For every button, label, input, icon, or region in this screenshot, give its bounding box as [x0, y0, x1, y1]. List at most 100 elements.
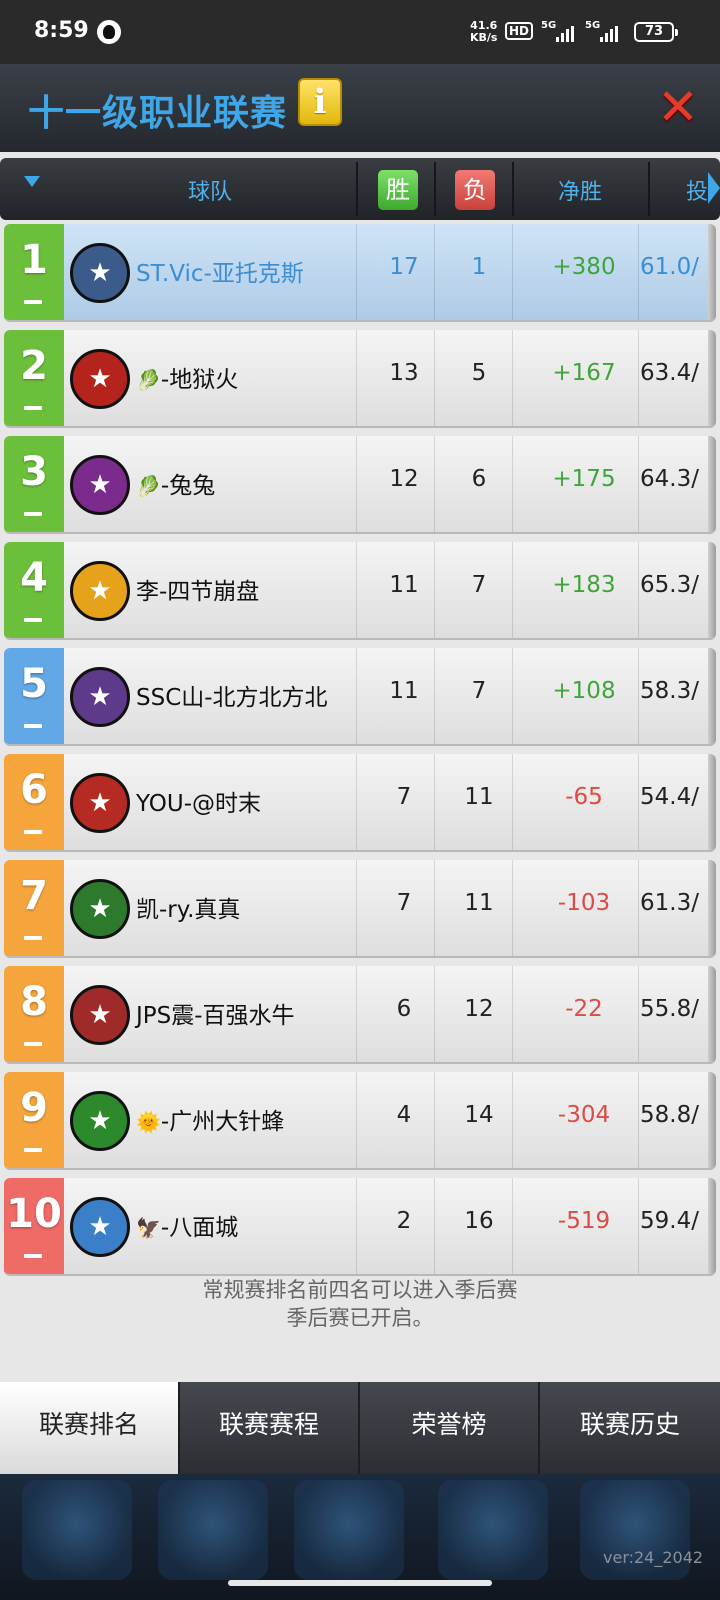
column-divider — [512, 754, 513, 850]
team-logo[interactable]: ★ — [68, 768, 132, 838]
buffalo-icon: ★ — [70, 985, 130, 1045]
team-name[interactable]: 🌞-广州大针蜂 — [136, 1102, 284, 1136]
header-divider — [356, 162, 358, 216]
team-logo[interactable]: ★ — [68, 662, 132, 732]
team-name[interactable]: 李-四节崩盘 — [136, 572, 259, 606]
team-logo[interactable]: ★ — [68, 980, 132, 1050]
table-row[interactable]: 9 ★ 🌞-广州大针蜂 4 14 -304 58.8/ — [4, 1072, 716, 1170]
column-divider — [434, 224, 435, 320]
tab-honor-board[interactable]: 荣誉榜 — [360, 1382, 540, 1474]
page-title: 十一级职业联赛 — [28, 93, 288, 134]
bull-icon: ★ — [70, 773, 130, 833]
version-label: ver:24_2042 — [603, 1548, 704, 1567]
column-divider — [356, 330, 357, 426]
row-edge — [708, 542, 716, 638]
team-name[interactable]: JPS震-百强水牛 — [136, 996, 295, 1030]
team-emoji: 🌞 — [136, 1110, 161, 1134]
rank-change-icon — [24, 406, 42, 410]
team-name[interactable]: 🥬-兔兔 — [136, 466, 215, 500]
rank-number: 8 — [20, 979, 48, 1025]
team-logo[interactable]: ★ — [68, 1086, 132, 1156]
table-row[interactable]: 1 ★ ST.Vic-亚托克斯 17 1 +380 61.0/ — [4, 224, 716, 322]
table-row[interactable]: 2 ★ 🥬-地狱火 13 5 +167 63.4/ — [4, 330, 716, 428]
team-name[interactable]: 凯-ry.真真 — [136, 890, 240, 924]
tab-league-ranking[interactable]: 联赛排名 — [0, 1382, 180, 1474]
home-indicator[interactable] — [228, 1580, 492, 1586]
team-logo[interactable]: ★ — [68, 874, 132, 944]
team-name-text: JPS震-百强水牛 — [136, 1003, 295, 1029]
team-name[interactable]: SSC山-北方北方北 — [136, 678, 328, 712]
table-row[interactable]: 8 ★ JPS震-百强水牛 6 12 -22 55.8/ — [4, 966, 716, 1064]
row-edge — [708, 1178, 716, 1274]
net-value: -22 — [565, 996, 603, 1022]
rank-change-icon — [24, 830, 42, 834]
menu-icon — [294, 1480, 404, 1580]
row-edge — [708, 754, 716, 850]
team-logo[interactable]: ★ — [68, 1192, 132, 1262]
team-name-text: SSC山-北方北方北 — [136, 685, 328, 711]
dragon-icon: ★ — [70, 243, 130, 303]
net-column-header[interactable]: 净胜 — [530, 174, 630, 206]
pct-value: 58.8/ — [640, 1102, 699, 1128]
column-divider — [638, 966, 639, 1062]
team-logo[interactable]: ★ — [68, 238, 132, 308]
header-divider — [648, 162, 650, 216]
table-row[interactable]: 4 ★ 李-四节崩盘 11 7 +183 65.3/ — [4, 542, 716, 640]
losses-value: 11 — [464, 890, 494, 916]
team-logo[interactable]: ★ — [68, 556, 132, 626]
table-row[interactable]: 5 ★ SSC山-北方北方北 11 7 +108 58.3/ — [4, 648, 716, 746]
net-value: -65 — [565, 784, 603, 810]
pct-column-header[interactable]: 投 — [686, 174, 708, 206]
team-name[interactable]: 🦅-八面城 — [136, 1208, 238, 1242]
ufo-icon: ★ — [70, 879, 130, 939]
table-row[interactable]: 3 ★ 🥬-兔兔 12 6 +175 64.3/ — [4, 436, 716, 534]
column-divider — [512, 966, 513, 1062]
team-name-text: 李-四节崩盘 — [136, 579, 260, 605]
team-name[interactable]: ST.Vic-亚托克斯 — [136, 254, 304, 288]
pct-value: 63.4/ — [640, 360, 699, 386]
table-row[interactable]: 6 ★ YOU-@时末 7 11 -65 54.4/ — [4, 754, 716, 852]
team-logo[interactable]: ★ — [68, 344, 132, 414]
column-divider — [638, 224, 639, 320]
rank-badge: 10 — [4, 1178, 64, 1274]
row-edge — [708, 224, 716, 320]
table-row[interactable]: 10 ★ 🦅-八面城 2 16 -519 59.4/ — [4, 1178, 716, 1276]
battery-icon: 73 — [634, 22, 678, 42]
rank-number: 4 — [20, 555, 48, 601]
sort-dropdown-icon[interactable] — [24, 176, 40, 187]
rank-number: 9 — [20, 1085, 48, 1131]
wins-column-header[interactable]: 胜 — [378, 170, 418, 210]
column-divider — [356, 1072, 357, 1168]
row-edge — [708, 966, 716, 1062]
column-divider — [434, 542, 435, 638]
column-divider — [434, 754, 435, 850]
net-value: -519 — [557, 1208, 611, 1234]
rank-change-icon — [24, 1148, 42, 1152]
column-divider — [356, 648, 357, 744]
row-edge — [708, 648, 716, 744]
table-row[interactable]: 7 ★ 凯-ry.真真 7 11 -103 61.3/ — [4, 860, 716, 958]
scroll-right-icon[interactable] — [708, 172, 720, 204]
team-logo[interactable]: ★ — [68, 450, 132, 520]
losses-value: 5 — [471, 360, 487, 386]
column-divider — [434, 1072, 435, 1168]
column-divider — [512, 1178, 513, 1274]
purple-creature-icon: ★ — [70, 455, 130, 515]
close-button[interactable]: ✕ — [655, 82, 701, 132]
bee-icon: ★ — [70, 1091, 130, 1151]
info-button[interactable]: i — [298, 78, 342, 126]
header-divider — [434, 162, 436, 216]
tab-league-history[interactable]: 联赛历史 — [540, 1382, 720, 1474]
tab-league-schedule[interactable]: 联赛赛程 — [180, 1382, 360, 1474]
team-column-header[interactable]: 球队 — [150, 174, 270, 206]
column-divider — [638, 436, 639, 532]
team-name[interactable]: YOU-@时末 — [136, 784, 261, 818]
column-divider — [434, 966, 435, 1062]
team-name[interactable]: 🥬-地狱火 — [136, 360, 238, 394]
signal-icon — [556, 26, 574, 42]
column-divider — [356, 436, 357, 532]
pct-value: 54.4/ — [640, 784, 699, 810]
column-divider — [434, 1178, 435, 1274]
losses-value: 7 — [471, 678, 487, 704]
losses-column-header[interactable]: 负 — [455, 170, 495, 210]
